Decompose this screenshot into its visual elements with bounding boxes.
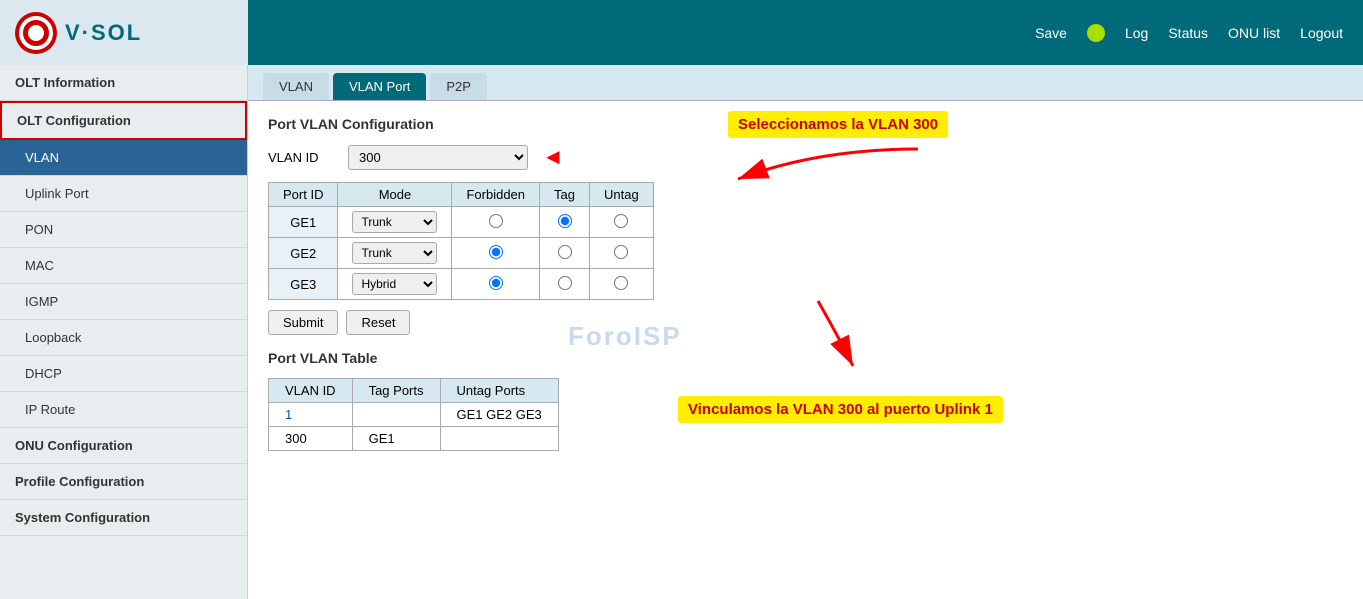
tab-p2p[interactable]: P2P: [430, 73, 487, 100]
tag-radio-ge1[interactable]: [558, 214, 572, 228]
untag-radio-ge3[interactable]: [614, 276, 628, 290]
sidebar-item-uplink-port[interactable]: Uplink Port: [0, 176, 247, 212]
sidebar: OLT Information OLT Configuration VLAN U…: [0, 65, 248, 599]
tag-radio-ge3[interactable]: [558, 276, 572, 290]
untag-ports-1: GE1 GE2 GE3: [440, 403, 558, 427]
port-id-ge1: GE1: [269, 207, 338, 238]
vlan-table-row: 1 GE1 GE2 GE3: [269, 403, 559, 427]
vlan-id-300: 300: [269, 427, 353, 451]
log-link[interactable]: Log: [1125, 25, 1148, 41]
forbidden-ge3: [452, 269, 540, 300]
sidebar-item-dhcp[interactable]: DHCP: [0, 356, 247, 392]
sidebar-item-olt-configuration[interactable]: OLT Configuration: [0, 101, 247, 140]
vlan-id-1: 1: [269, 403, 353, 427]
save-button[interactable]: Save: [1035, 25, 1067, 41]
status-indicator: [1087, 24, 1105, 42]
tab-vlan-port[interactable]: VLAN Port: [333, 73, 426, 100]
mode-ge3: Trunk Access Hybrid: [338, 269, 452, 300]
sidebar-item-onu-configuration[interactable]: ONU Configuration: [0, 428, 247, 464]
sidebar-item-olt-information[interactable]: OLT Information: [0, 65, 247, 101]
table-row: GE2 Trunk Access Hybrid: [269, 238, 654, 269]
forbidden-radio-ge1[interactable]: [489, 214, 503, 228]
port-id-ge3: GE3: [269, 269, 338, 300]
vlan-table-title: Port VLAN Table: [268, 350, 1343, 366]
arrow-icon: ◄: [542, 144, 564, 170]
sidebar-item-profile-configuration[interactable]: Profile Configuration: [0, 464, 247, 500]
watermark: ForoISP: [568, 321, 682, 352]
status-link[interactable]: Status: [1168, 25, 1208, 41]
untag-ge1: [589, 207, 653, 238]
tag-ge3: [540, 269, 590, 300]
reset-button[interactable]: Reset: [346, 310, 410, 335]
tabs-bar: VLAN VLAN Port P2P: [248, 65, 1363, 101]
untag-ge3: [589, 269, 653, 300]
sidebar-item-pon[interactable]: PON: [0, 212, 247, 248]
sidebar-item-vlan[interactable]: VLAN: [0, 140, 247, 176]
port-id-ge2: GE2: [269, 238, 338, 269]
vlan-table-col-id: VLAN ID: [269, 379, 353, 403]
main-layout: OLT Information OLT Configuration VLAN U…: [0, 65, 1363, 599]
mode-select-ge3[interactable]: Trunk Access Hybrid: [352, 273, 437, 295]
col-tag: Tag: [540, 183, 590, 207]
table-row: GE1 Trunk Access Hybrid: [269, 207, 654, 238]
forbidden-ge2: [452, 238, 540, 269]
onu-list-link[interactable]: ONU list: [1228, 25, 1280, 41]
vlan-id-row: VLAN ID 300 1 ◄: [268, 144, 1343, 170]
annotation-bottom: Vinculamos la VLAN 300 al puerto Uplink …: [678, 396, 1003, 423]
col-untag: Untag: [589, 183, 653, 207]
mode-ge2: Trunk Access Hybrid: [338, 238, 452, 269]
content-inner: Seleccionamos la VLAN 300 Port VLAN Conf…: [248, 101, 1363, 599]
header: V·SOL Save Log Status ONU list Logout: [0, 0, 1363, 65]
tag-ge2: [540, 238, 590, 269]
logo-area: V·SOL: [0, 0, 248, 65]
col-mode: Mode: [338, 183, 452, 207]
untag-ports-300: [440, 427, 558, 451]
sidebar-item-mac[interactable]: MAC: [0, 248, 247, 284]
vlan-id-label: VLAN ID: [268, 150, 338, 165]
untag-radio-ge2[interactable]: [614, 245, 628, 259]
sidebar-item-system-configuration[interactable]: System Configuration: [0, 500, 247, 536]
untag-radio-ge1[interactable]: [614, 214, 628, 228]
submit-button[interactable]: Submit: [268, 310, 338, 335]
annotation-top: Seleccionamos la VLAN 300: [728, 111, 948, 138]
logout-link[interactable]: Logout: [1300, 25, 1343, 41]
tag-ge1: [540, 207, 590, 238]
tag-ports-1: [352, 403, 440, 427]
sidebar-item-igmp[interactable]: IGMP: [0, 284, 247, 320]
vlan-table-col-tag: Tag Ports: [352, 379, 440, 403]
vlan-table-row: 300 GE1: [269, 427, 559, 451]
sidebar-item-ip-route[interactable]: IP Route: [0, 392, 247, 428]
tab-vlan[interactable]: VLAN: [263, 73, 329, 100]
table-row: GE3 Trunk Access Hybrid: [269, 269, 654, 300]
vlan-table-col-untag: Untag Ports: [440, 379, 558, 403]
vlan-id-select[interactable]: 300 1: [348, 145, 528, 170]
header-right: Save Log Status ONU list Logout: [1035, 24, 1343, 42]
content-area: VLAN VLAN Port P2P Seleccionamos la VLAN…: [248, 65, 1363, 599]
forbidden-radio-ge3[interactable]: [489, 276, 503, 290]
port-vlan-table: VLAN ID Tag Ports Untag Ports 1 GE1 GE2 …: [268, 378, 559, 451]
col-forbidden: Forbidden: [452, 183, 540, 207]
mode-select-ge2[interactable]: Trunk Access Hybrid: [352, 242, 437, 264]
logo-text: V·SOL: [65, 20, 142, 46]
forbidden-radio-ge2[interactable]: [489, 245, 503, 259]
untag-ge2: [589, 238, 653, 269]
mode-select-ge1[interactable]: Trunk Access Hybrid: [352, 211, 437, 233]
logo-icon: [15, 12, 57, 54]
sidebar-item-loopback[interactable]: Loopback: [0, 320, 247, 356]
col-port-id: Port ID: [269, 183, 338, 207]
forbidden-ge1: [452, 207, 540, 238]
tag-radio-ge2[interactable]: [558, 245, 572, 259]
port-vlan-config-table: Port ID Mode Forbidden Tag Untag GE1 Tru…: [268, 182, 654, 300]
form-buttons: Submit Reset: [268, 310, 1343, 335]
tag-ports-300: GE1: [352, 427, 440, 451]
mode-ge1: Trunk Access Hybrid: [338, 207, 452, 238]
